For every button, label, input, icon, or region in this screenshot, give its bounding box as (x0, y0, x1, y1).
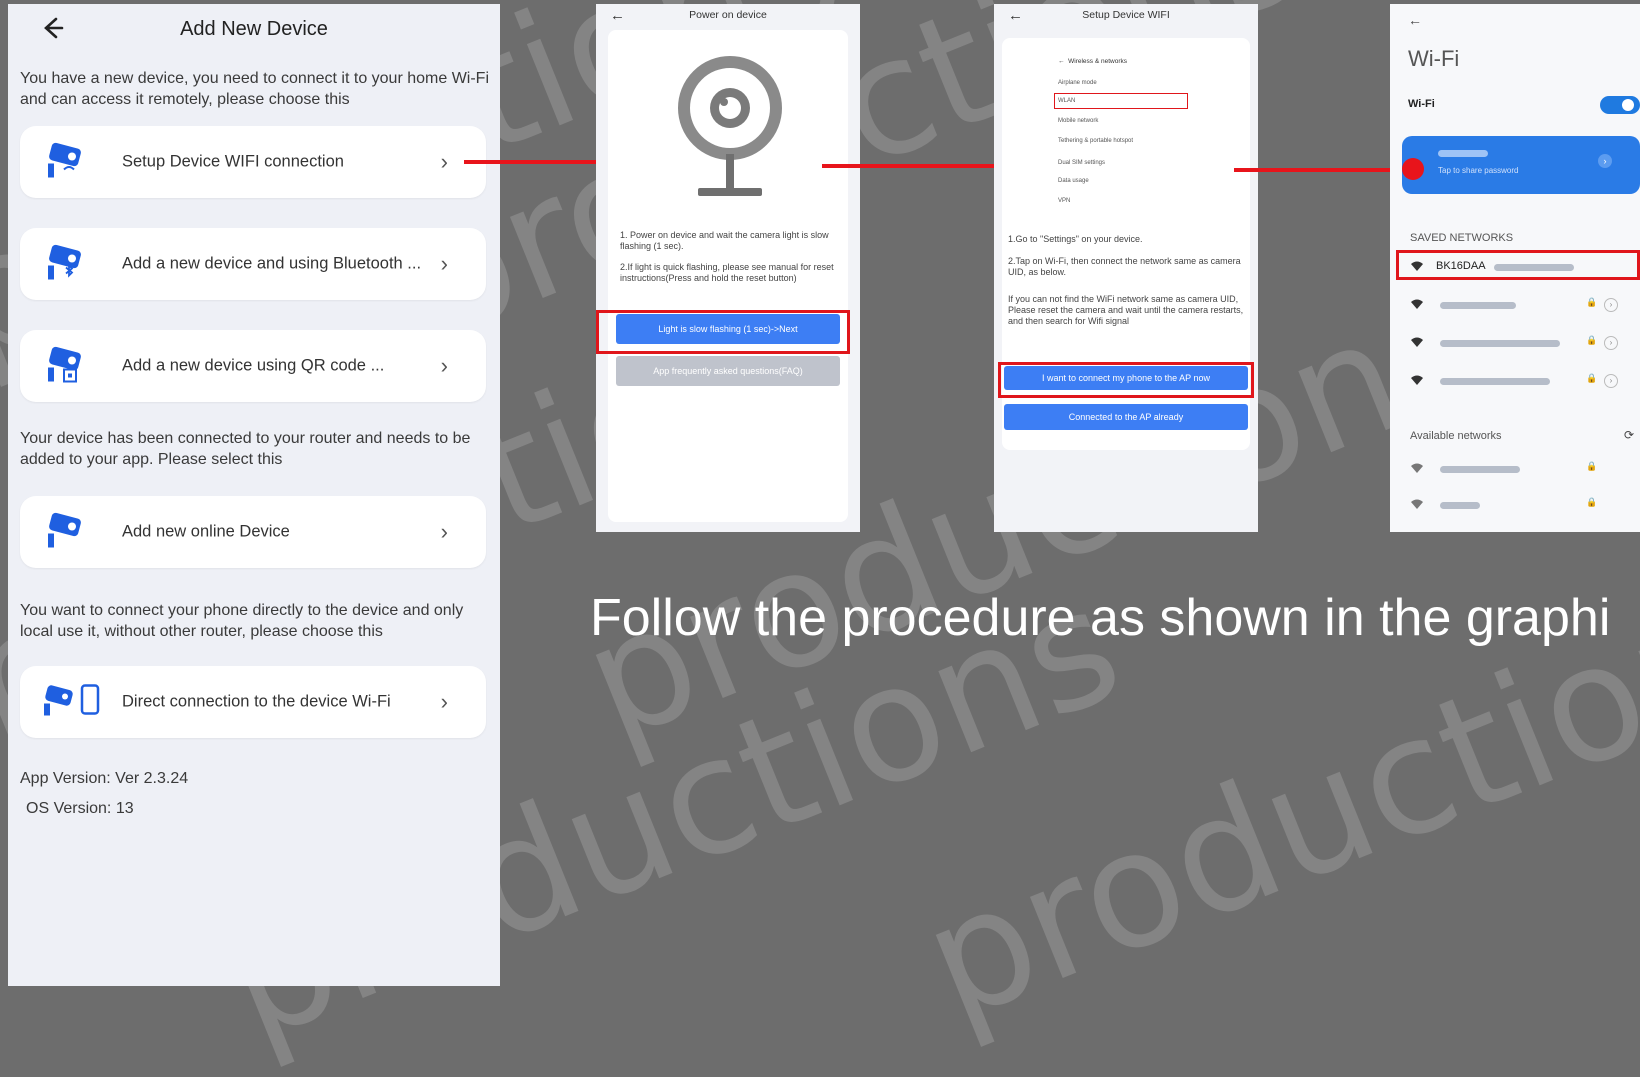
saved-network-row[interactable]: BK16DAA (1390, 250, 1640, 282)
settings-row: Airplane mode (1058, 80, 1097, 86)
settings-row: Data usage (1058, 178, 1089, 184)
wifi-signal-icon (1410, 374, 1424, 388)
camera-phone-icon (42, 680, 104, 725)
lock-icon: 🔒 (1586, 297, 1598, 307)
option-label: Add a new device using QR code ... (122, 356, 385, 375)
option-label: Add new online Device (122, 522, 290, 541)
connector-dot (1402, 158, 1424, 180)
saved-networks-header: SAVED NETWORKS (1410, 232, 1514, 244)
wifi-title: Wi-Fi (1408, 46, 1460, 71)
info-icon[interactable]: › (1604, 298, 1618, 312)
settings-row: Dual SIM settings (1058, 160, 1106, 166)
qr-code-option[interactable]: Add a new device using QR code ... › (20, 330, 486, 402)
lock-icon: 🔒 (1586, 373, 1598, 383)
network-name-blurred (1438, 150, 1488, 157)
camera-qr-icon (42, 344, 88, 389)
wifi-signal-icon (1410, 298, 1424, 312)
settings-row: Tethering & portable hotspot (1058, 138, 1134, 144)
saved-network-row[interactable]: 🔒 › (1390, 368, 1640, 396)
option-label: Add a new device and using Bluetooth ... (122, 254, 422, 273)
chevron-right-icon: › (440, 251, 448, 276)
chevron-right-icon: › (440, 519, 448, 544)
lock-icon: 🔒 (1586, 335, 1598, 345)
highlight-box (1396, 250, 1640, 280)
direct-text: You want to connect your phone directly … (20, 602, 464, 640)
power-on-device-screen: ← Power on device 1. Power on device and… (596, 4, 860, 532)
instruction-caption: Follow the procedure as shown in the gra… (590, 589, 1611, 647)
camera-icon (42, 510, 88, 555)
screen-title: Power on device (689, 9, 767, 21)
settings-row: VPN (1058, 198, 1071, 204)
available-network-row[interactable]: 🔒 (1390, 456, 1640, 484)
saved-network-row[interactable]: 🔒 › (1390, 330, 1640, 358)
settings-preview: ← Wireless & networks Airplane mode WLAN… (1052, 44, 1200, 224)
wifi-signal-icon (1410, 498, 1424, 512)
os-version: OS Version: 13 (26, 800, 134, 817)
chevron-right-icon: › (440, 689, 448, 714)
instruction-step-1: 1.Go to "Settings" on your device. (1008, 234, 1143, 244)
scan-icon[interactable]: ⟳ (1624, 428, 1634, 442)
intro-text: You have a new device, you need to conne… (20, 70, 490, 108)
available-network-row[interactable]: 🔒 (1390, 492, 1640, 520)
highlight-box (596, 310, 850, 354)
back-arrow-icon[interactable]: ← (1408, 12, 1422, 28)
wifi-signal-icon (1410, 462, 1424, 476)
lock-icon: 🔒 (1586, 497, 1598, 507)
add-new-device-screen: Add New Device You have a new device, yo… (8, 4, 500, 986)
wifi-toggle-label: Wi-Fi (1408, 98, 1435, 110)
available-networks-header: Available networks (1410, 430, 1502, 442)
faq-button[interactable]: App frequently asked questions(FAQ) (616, 356, 840, 386)
content-panel: 1. Power on device and wait the camera l… (608, 30, 848, 522)
camera-illustration (678, 56, 782, 211)
instruction-step-2: 2.If light is quick flashing, please see… (620, 262, 834, 283)
connected-ap-button[interactable]: Connected to the AP already (1004, 404, 1248, 430)
share-password-hint: Tap to share password (1438, 166, 1519, 175)
settings-preview-header: ← Wireless & networks (1058, 58, 1127, 65)
settings-row: WLAN (1054, 93, 1206, 109)
wifi-signal-icon (1410, 336, 1424, 350)
info-icon[interactable]: › (1604, 374, 1618, 388)
direct-connection-option[interactable]: Direct connection to the device Wi-Fi › (20, 666, 486, 738)
saved-network-row[interactable]: 🔒 › (1390, 292, 1640, 320)
setup-device-wifi-screen: ← Setup Device WIFI ← Wireless & network… (994, 4, 1258, 532)
router-text: Your device has been connected to your r… (20, 430, 471, 468)
info-icon[interactable]: › (1598, 154, 1612, 168)
wifi-toggle[interactable] (1600, 96, 1640, 114)
wifi-settings-screen: ← Wi-Fi Wi-Fi Tap to share password › SA… (1390, 4, 1640, 532)
lock-icon: 🔒 (1586, 461, 1598, 471)
page-title: Add New Device (180, 18, 328, 40)
highlight-box (998, 362, 1254, 398)
app-version: App Version: Ver 2.3.24 (20, 770, 189, 787)
instruction-step-2: 2.Tap on Wi-Fi, then connect the network… (1008, 256, 1241, 277)
bluetooth-option[interactable]: Add a new device and using Bluetooth ...… (20, 228, 486, 300)
online-device-option[interactable]: Add new online Device › (20, 496, 486, 568)
connected-network-card[interactable]: Tap to share password › (1402, 136, 1640, 194)
instruction-step-3: If you can not find the WiFi network sam… (1008, 294, 1244, 326)
option-label: Direct connection to the device Wi-Fi (122, 692, 391, 711)
camera-wifi-icon (42, 140, 88, 185)
instruction-step-1: 1. Power on device and wait the camera l… (620, 230, 829, 251)
camera-bluetooth-icon (42, 242, 88, 287)
info-icon[interactable]: › (1604, 336, 1618, 350)
settings-row: Mobile network (1058, 118, 1099, 124)
chevron-right-icon: › (440, 353, 448, 378)
setup-wifi-option[interactable]: Setup Device WIFI connection › (20, 126, 486, 198)
chevron-right-icon: › (440, 149, 448, 174)
option-label: Setup Device WIFI connection (122, 152, 344, 171)
screen-title: Setup Device WIFI (1082, 9, 1170, 21)
